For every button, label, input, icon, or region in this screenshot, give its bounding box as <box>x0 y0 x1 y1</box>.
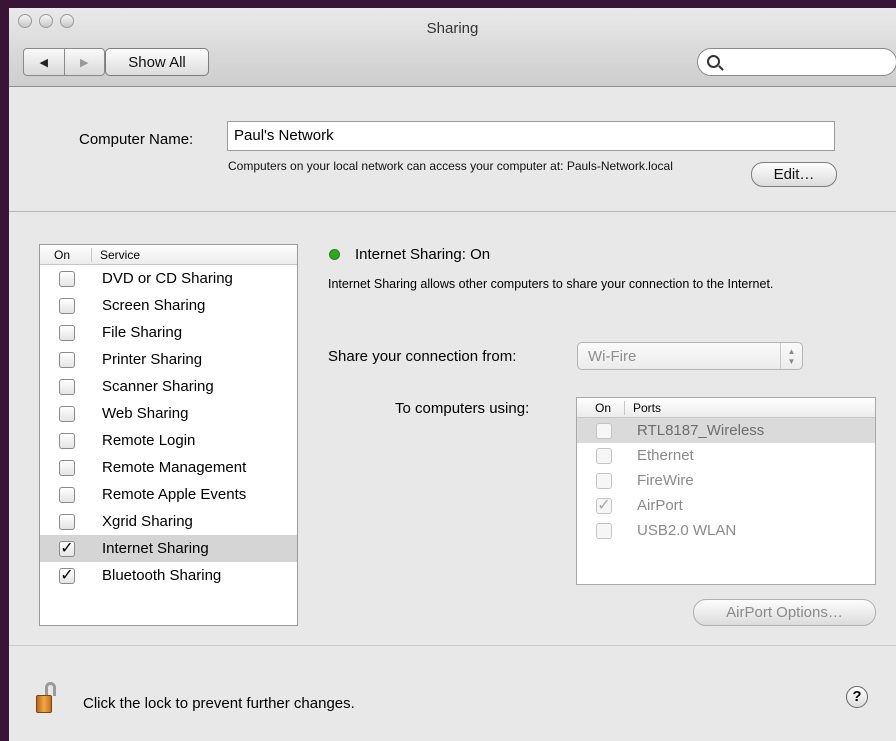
service-row[interactable]: Printer Sharing <box>40 346 297 373</box>
port-checkbox[interactable] <box>596 472 612 489</box>
service-checkbox[interactable] <box>59 405 75 422</box>
computer-name-description: Computers on your local network can acce… <box>228 159 673 173</box>
service-label: Screen Sharing <box>102 297 206 314</box>
back-icon[interactable]: ◀ <box>24 49 64 75</box>
port-row[interactable]: ✓ AirPort <box>577 493 875 518</box>
service-row[interactable]: Remote Login <box>40 427 297 454</box>
share-from-value: Wi-Fire <box>588 348 637 365</box>
service-label: Bluetooth Sharing <box>102 567 222 584</box>
service-checkbox[interactable] <box>59 324 75 341</box>
window-title: Sharing <box>426 20 479 37</box>
share-from-popup[interactable]: Wi-Fire ▲ ▼ <box>577 342 803 370</box>
toolbar: Sharing ◀ ▶ Show All <box>9 8 896 87</box>
service-label: Remote Management <box>102 459 247 476</box>
service-checkbox[interactable] <box>59 459 75 476</box>
port-checkbox[interactable]: ✓ <box>596 497 612 514</box>
service-list-header: On Service <box>40 245 297 265</box>
service-row[interactable]: Xgrid Sharing <box>40 508 297 535</box>
service-checkbox[interactable] <box>59 297 75 314</box>
service-row[interactable]: File Sharing <box>40 319 297 346</box>
service-label: Remote Apple Events <box>102 486 247 503</box>
popup-arrows-icon: ▲ ▼ <box>780 343 802 369</box>
column-header-service[interactable]: Service <box>92 248 140 262</box>
ports-list: On Ports RTL8187_Wireless Ethernet FireWir… <box>576 397 876 585</box>
column-header-on[interactable]: On <box>40 247 92 262</box>
port-row[interactable]: USB2.0 WLAN <box>577 518 875 543</box>
service-row[interactable]: Screen Sharing <box>40 292 297 319</box>
port-rows: RTL8187_Wireless Ethernet FireWire ✓ AirPort… <box>577 418 875 543</box>
sharing-window: Sharing ◀ ▶ Show All Computer Name: Paul… <box>9 8 896 741</box>
to-computers-label: To computers using: <box>395 400 530 417</box>
service-row[interactable]: Web Sharing <box>40 400 297 427</box>
port-row[interactable]: RTL8187_Wireless <box>577 418 875 443</box>
service-label: Internet Sharing <box>102 540 209 557</box>
column-header-ports[interactable]: Ports <box>625 401 661 415</box>
service-checkbox[interactable] <box>59 432 75 449</box>
service-label: DVD or CD Sharing <box>102 270 233 287</box>
service-checkbox[interactable] <box>59 270 75 287</box>
service-checkbox[interactable] <box>59 351 75 368</box>
service-label: Remote Login <box>102 432 196 449</box>
airport-options-button[interactable]: AirPort Options… <box>693 599 876 626</box>
service-list: On Service DVD or CD Sharing Screen Shari… <box>39 244 298 626</box>
column-header-on[interactable]: On <box>577 400 625 415</box>
port-label: USB2.0 WLAN <box>637 522 737 539</box>
back-forward-control: ◀ ▶ <box>23 48 105 76</box>
lock-open-icon[interactable] <box>36 682 58 714</box>
service-row[interactable]: DVD or CD Sharing <box>40 265 297 292</box>
help-button[interactable]: ? <box>846 686 868 708</box>
status-label: Internet Sharing: On <box>355 246 491 263</box>
service-label: Scanner Sharing <box>102 378 214 395</box>
port-label: RTL8187_Wireless <box>637 422 765 439</box>
port-label: FireWire <box>637 472 694 489</box>
port-checkbox[interactable] <box>596 447 612 464</box>
service-label: Web Sharing <box>102 405 189 422</box>
status-indicator-icon <box>329 249 340 260</box>
service-row[interactable]: Scanner Sharing <box>40 373 297 400</box>
divider <box>9 211 896 212</box>
edit-button[interactable]: Edit… <box>751 162 837 187</box>
port-label: AirPort <box>637 497 683 514</box>
share-from-label: Share your connection from: <box>328 348 517 365</box>
port-label: Ethernet <box>637 447 694 464</box>
computer-name-label: Computer Name: <box>79 131 194 148</box>
forward-icon[interactable]: ▶ <box>63 49 105 75</box>
service-row[interactable]: ✓ Bluetooth Sharing <box>40 562 297 589</box>
service-rows: DVD or CD Sharing Screen Sharing File Shar… <box>40 265 297 589</box>
service-checkbox[interactable]: ✓ <box>59 567 75 584</box>
service-label: Xgrid Sharing <box>102 513 193 530</box>
service-row[interactable]: Remote Management <box>40 454 297 481</box>
service-checkbox[interactable] <box>59 486 75 503</box>
service-label: Printer Sharing <box>102 351 203 368</box>
port-row[interactable]: FireWire <box>577 468 875 493</box>
port-checkbox[interactable] <box>596 422 612 439</box>
search-icon <box>707 55 720 68</box>
divider <box>9 645 896 646</box>
service-label: File Sharing <box>102 324 183 341</box>
search-field[interactable] <box>697 48 896 76</box>
show-all-button[interactable]: Show All <box>105 48 209 76</box>
service-checkbox[interactable] <box>59 513 75 530</box>
port-checkbox[interactable] <box>596 522 612 539</box>
service-description: Internet Sharing allows other computers … <box>328 277 774 291</box>
service-checkbox[interactable] <box>59 378 75 395</box>
service-row[interactable]: ✓ Internet Sharing <box>40 535 297 562</box>
service-row[interactable]: Remote Apple Events <box>40 481 297 508</box>
computer-name-input[interactable]: Paul's Network <box>227 121 835 151</box>
service-checkbox[interactable]: ✓ <box>59 540 75 557</box>
ports-list-header: On Ports <box>577 398 875 418</box>
lock-message: Click the lock to prevent further change… <box>83 695 355 712</box>
port-row[interactable]: Ethernet <box>577 443 875 468</box>
